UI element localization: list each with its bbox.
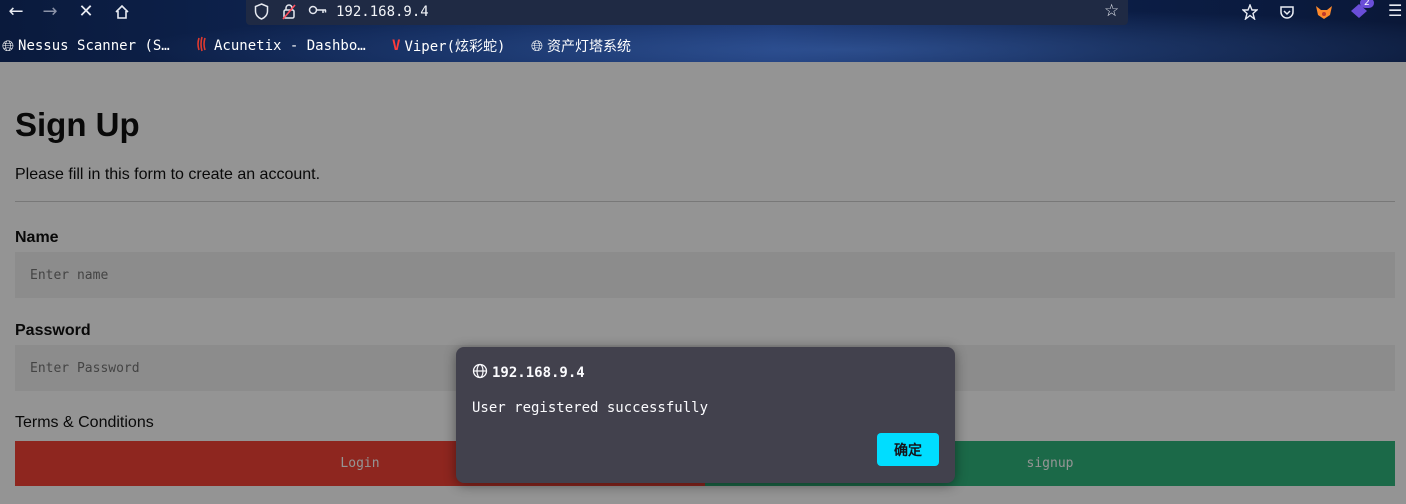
dialog-header: 192.168.9.4 xyxy=(472,363,585,383)
acunetix-icon xyxy=(196,36,210,56)
pocket-save-icon[interactable] xyxy=(1241,1,1259,24)
foxyproxy-extension-icon[interactable] xyxy=(1314,1,1334,25)
globe-icon xyxy=(472,363,488,383)
url-text[interactable]: 192.168.9.4 xyxy=(336,4,429,20)
address-bar[interactable]: 192.168.9.4 ☆ xyxy=(246,0,1128,25)
bookmark-asset-lighthouse[interactable]: 🌐︎ 资产灯塔系统 xyxy=(531,36,631,56)
extension-badge: 2 xyxy=(1360,0,1374,8)
shield-icon[interactable] xyxy=(254,3,269,24)
bookmark-star-icon[interactable]: ☆ xyxy=(1104,1,1119,21)
ok-button[interactable]: 确定 xyxy=(877,433,939,466)
dialog-message: User registered successfully xyxy=(472,400,709,416)
bookmark-nessus[interactable]: 🌐︎ Nessus Scanner (S… xyxy=(2,36,170,56)
menu-icon[interactable]: ☰ xyxy=(1388,1,1402,20)
bookmark-viper[interactable]: V Viper(炫彩蛇) xyxy=(392,36,505,56)
pocket-icon[interactable] xyxy=(1279,1,1295,24)
viper-icon: V xyxy=(392,38,401,54)
globe-icon: 🌐︎ xyxy=(531,37,544,55)
alert-dialog: 192.168.9.4 User registered successfully… xyxy=(456,347,955,483)
home-icon[interactable] xyxy=(108,0,136,24)
forward-arrow-icon[interactable]: → xyxy=(36,0,64,24)
stop-loading-icon[interactable]: ✕ xyxy=(72,0,100,24)
browser-chrome: ← → ✕ 192.168.9.4 ☆ 2 ☰ 🌐︎ Nessus Scanne… xyxy=(0,0,1406,62)
back-arrow-icon[interactable]: ← xyxy=(2,0,30,24)
globe-icon: 🌐︎ xyxy=(2,37,15,55)
dialog-origin: 192.168.9.4 xyxy=(492,365,585,381)
bookmark-acunetix[interactable]: Acunetix - Dashbo… xyxy=(196,36,366,56)
key-icon[interactable] xyxy=(308,3,328,21)
insecure-lock-icon[interactable] xyxy=(282,3,296,24)
